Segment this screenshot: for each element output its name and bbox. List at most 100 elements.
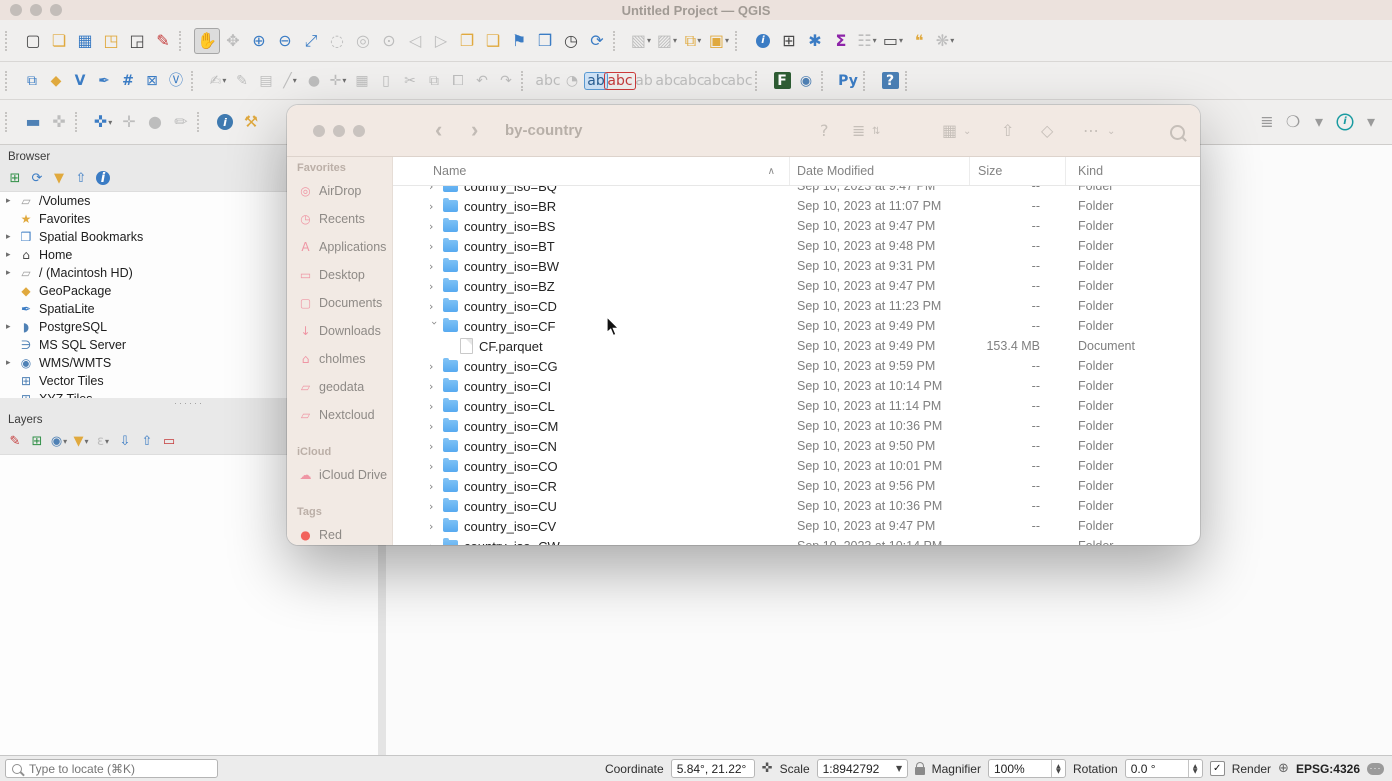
sidebar-item[interactable]: ● Red [287,521,392,545]
group-icon[interactable]: ▦ [942,121,957,140]
toolbar-handle[interactable] [735,31,744,51]
expand-chevron-icon[interactable]: › [429,480,443,493]
column-header-kind[interactable]: Kind [1066,157,1200,185]
expand-chevron-icon[interactable]: › [429,440,443,453]
more-options-icon[interactable]: ⋯ [1083,121,1100,140]
move-annotation-icon[interactable]: ● [142,109,168,135]
table-row[interactable]: › country_iso=CV Sep 10, 2023 at 9:47 PM… [393,516,1200,536]
expand-chevron-icon[interactable]: ▸ [6,232,17,242]
zoom-last-icon[interactable]: ◁ [402,28,428,54]
table-row[interactable]: › country_iso=CL Sep 10, 2023 at 11:14 P… [393,396,1200,416]
filter-expression-icon[interactable]: ε▾ [92,430,114,452]
help-icon[interactable]: ? [820,121,829,140]
deselect-all-icon[interactable]: ⧉▾ [680,28,706,54]
table-row[interactable]: › country_iso=CN Sep 10, 2023 at 9:50 PM… [393,436,1200,456]
help-icon[interactable]: ? [878,69,902,93]
toolbar-handle[interactable] [863,71,872,91]
pan-to-selection-icon[interactable]: ✥ [220,28,246,54]
sidebar-item[interactable]: ▱ geodata [287,373,392,401]
add-group-icon[interactable]: ⊞ [26,430,48,452]
toolbar-handle[interactable] [905,71,914,91]
toolbar-handle[interactable] [613,31,622,51]
expand-chevron-icon[interactable]: ▸ [6,268,17,278]
select-by-location-icon[interactable]: ▣▾ [706,28,732,54]
select-features-icon[interactable]: ▧▾ [628,28,654,54]
expand-chevron-icon[interactable]: › [429,380,443,393]
expand-chevron-icon[interactable]: › [429,420,443,433]
scale-dropdown-icon[interactable]: ▼ [892,764,907,773]
data-source-manager-icon[interactable]: ⧉ [20,69,44,93]
expand-chevron-icon[interactable]: ▸ [6,322,17,332]
expand-chevron-icon[interactable]: ▸ [6,250,17,260]
table-row[interactable]: › country_iso=BR Sep 10, 2023 at 11:07 P… [393,196,1200,216]
caret-down-icon[interactable]: ▾ [1358,109,1384,135]
table-row[interactable]: › country_iso=CO Sep 10, 2023 at 10:01 P… [393,456,1200,476]
zoom-in-icon[interactable]: ⊕ [246,28,272,54]
table-row[interactable]: › country_iso=CI Sep 10, 2023 at 10:14 P… [393,376,1200,396]
toolbar-handle[interactable] [197,112,206,132]
metasearch-icon[interactable]: i [212,109,238,135]
refresh-map-icon[interactable]: ⟳ [584,28,610,54]
collapse-tree-icon[interactable]: ⇧ [136,430,158,452]
temporal-controller-icon[interactable]: ◷ [558,28,584,54]
annotation-tool-icon[interactable]: ▬ [20,109,46,135]
sidebar-item[interactable]: ☁ iCloud Drive [287,461,392,489]
rotation-input[interactable] [1126,762,1188,776]
layer-diagram-icon[interactable]: ◔ [560,69,584,93]
current-edits-icon[interactable]: ✍▾ [206,69,230,93]
map-tips-icon[interactable]: ❝ [906,28,932,54]
table-row[interactable]: › country_iso=BT Sep 10, 2023 at 9:48 PM… [393,236,1200,256]
expand-chevron-icon[interactable]: › [429,500,443,513]
pin-labels-icon[interactable]: ab [632,69,656,93]
undo-icon[interactable]: ↶ [470,69,494,93]
expand-chevron-icon[interactable]: › [428,320,441,334]
expand-chevron-icon[interactable]: ▸ [6,196,17,206]
sidebar-item[interactable]: ◷ Recents [287,205,392,233]
expand-chevron-icon[interactable]: › [429,300,443,313]
expand-chevron-icon[interactable]: › [429,360,443,373]
search-icon[interactable] [1170,125,1185,140]
column-header-size[interactable]: Size [970,157,1066,185]
coordinate-input[interactable] [672,762,754,776]
new-map-view-icon[interactable]: ❐ [454,28,480,54]
expand-chevron-icon[interactable]: › [429,400,443,413]
back-button[interactable]: ‹ [435,118,442,142]
expand-chevron-icon[interactable]: › [429,260,443,273]
expand-chevron-icon[interactable]: › [429,240,443,253]
magnifier-input[interactable] [989,762,1051,776]
collapse-all-icon[interactable]: ⇧ [70,167,92,189]
move-feature-icon[interactable]: ● [302,69,326,93]
finder-titlebar[interactable]: ‹ › by-country ? ≣ ⇅ ▦ ⌄ ⇧ ◇ ⋯ ⌄ [287,105,1200,157]
expand-chevron-icon[interactable]: › [429,220,443,233]
forward-button[interactable]: › [471,118,478,142]
table-row[interactable]: › country_iso=BZ Sep 10, 2023 at 9:47 PM… [393,276,1200,296]
info-circle-icon[interactable]: i [1332,109,1358,135]
style-manager-icon[interactable]: ✎ [150,28,176,54]
bookmark-manager-icon[interactable]: ❒ [532,28,558,54]
sidebar-item[interactable]: ▭ Desktop [287,261,392,289]
sidebar-item[interactable]: ◎ AirDrop [287,177,392,205]
table-row[interactable]: › country_iso=CF Sep 10, 2023 at 9:49 PM… [393,316,1200,336]
caret-down-icon[interactable]: ▾ [1306,109,1332,135]
crosshair-tool-icon[interactable]: ✜ [46,109,72,135]
copy-features-icon[interactable]: ⧉ [422,69,446,93]
highlight-pinned-labels-icon[interactable]: ab [584,69,608,93]
zoom-next-icon[interactable]: ▷ [428,28,454,54]
fgdb-export-plugin-icon[interactable]: F [770,69,794,93]
toolbar-handle[interactable] [521,71,530,91]
attribute-table-icon[interactable]: ☷▾ [854,28,880,54]
locator-search[interactable] [5,759,218,778]
zoom-to-selection-icon[interactable]: ◌ [324,28,350,54]
modify-attributes-icon[interactable]: ▦ [350,69,374,93]
osm-search-plugin-icon[interactable]: ◉ [794,69,818,93]
sidebar-item[interactable]: ▱ Nextcloud [287,401,392,429]
sidebar-item[interactable]: ▢ Documents [287,289,392,317]
magnifier-stepper[interactable]: ▲▼ [1051,760,1065,777]
sketch-tool-icon[interactable]: ✏ [168,109,194,135]
sidebar-item[interactable]: ↓ Downloads [287,317,392,345]
table-row[interactable]: › country_iso=CU Sep 10, 2023 at 10:36 P… [393,496,1200,516]
toolbar-handle[interactable] [5,31,14,51]
expand-chevron-icon[interactable]: › [429,520,443,533]
table-row[interactable]: › country_iso=CD Sep 10, 2023 at 11:23 P… [393,296,1200,316]
delete-selected-icon[interactable]: ▯ [374,69,398,93]
